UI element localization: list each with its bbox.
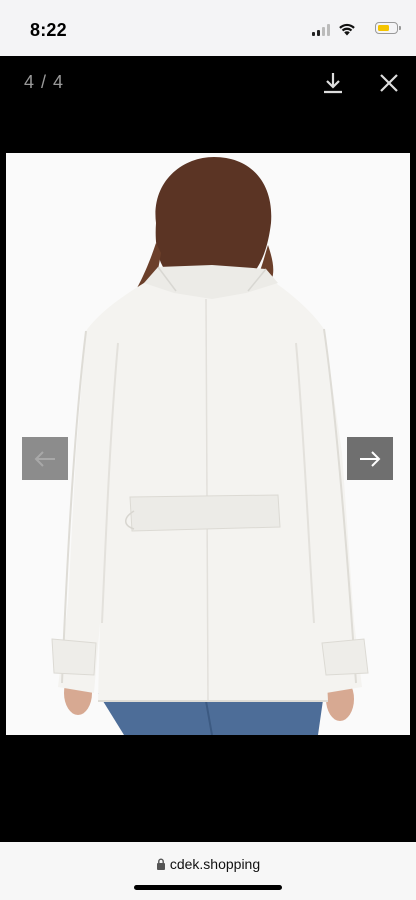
home-indicator [134, 885, 282, 890]
url-domain: cdek.shopping [169, 856, 261, 872]
battery-level [377, 24, 389, 31]
download-button[interactable] [318, 68, 348, 98]
url-bar[interactable]: cdek.shopping [0, 842, 416, 900]
wifi-icon [339, 23, 355, 36]
close-button[interactable] [374, 68, 404, 98]
address-display[interactable]: cdek.shopping [0, 856, 416, 872]
status-icons [298, 22, 401, 38]
image-counter: 4 / 4 [24, 72, 65, 92]
image-viewer: 4 / 4 [0, 56, 416, 842]
signal-icon [312, 24, 330, 36]
next-image-button[interactable] [347, 437, 393, 480]
status-time: 8:22 [30, 20, 67, 40]
status-bar: 8:22 [0, 0, 416, 56]
close-icon [380, 74, 398, 92]
arrow-right-icon [360, 450, 381, 467]
previous-image-button[interactable] [22, 437, 68, 480]
download-icon [324, 73, 342, 94]
lock-icon [156, 858, 165, 870]
battery-icon [375, 22, 401, 34]
arrow-left-icon [34, 450, 55, 467]
